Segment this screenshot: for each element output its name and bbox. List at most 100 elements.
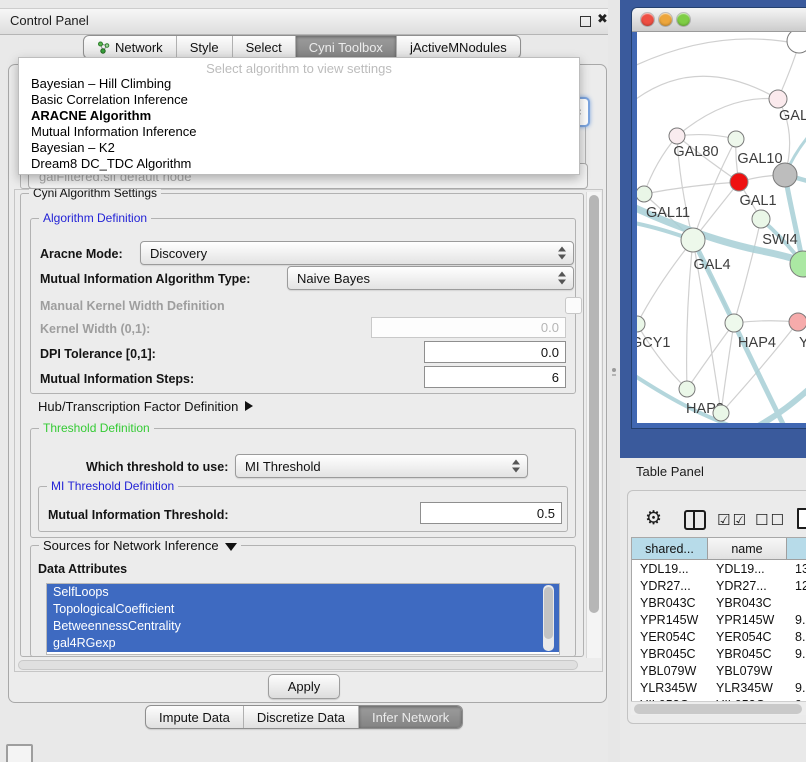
split-columns-icon[interactable] bbox=[684, 510, 706, 530]
settings-vertical-scrollbar[interactable] bbox=[586, 192, 601, 658]
network-node-gal4[interactable] bbox=[681, 228, 705, 252]
table-cell: YPR145W bbox=[708, 613, 787, 627]
data-attribute-item[interactable]: SelfLoops bbox=[47, 584, 559, 601]
network-window-titlebar[interactable] bbox=[632, 8, 806, 32]
algorithm-option[interactable]: ARACNE Algorithm bbox=[19, 108, 579, 124]
tab-infer-network[interactable]: Infer Network bbox=[359, 706, 462, 728]
table-row[interactable]: YLR345WYLR345W9. bbox=[632, 679, 806, 696]
algorithm-option[interactable]: Bayesian – K2 bbox=[19, 140, 579, 156]
screen: Control Panel ✖ NetworkStyleSelectCyni T… bbox=[0, 0, 806, 762]
network-node[interactable] bbox=[787, 32, 806, 53]
table-horizontal-scrollbar[interactable] bbox=[631, 701, 806, 715]
float-window-icon[interactable] bbox=[580, 16, 591, 27]
network-node-hap2[interactable] bbox=[679, 381, 695, 397]
zoom-traffic-light[interactable] bbox=[677, 13, 690, 26]
sources-toggle[interactable]: Sources for Network Inference bbox=[39, 538, 241, 553]
table-cell: YBL079W bbox=[708, 664, 787, 678]
kernel-width-label: Kernel Width (0,1): bbox=[40, 322, 150, 336]
network-node-gal80[interactable] bbox=[669, 128, 685, 144]
algorithm-dropdown-list: Select algorithm to view settings Bayesi… bbox=[18, 57, 580, 175]
tab-select[interactable]: Select bbox=[233, 36, 296, 58]
table-cell: YBR045C bbox=[632, 647, 708, 661]
algorithm-option[interactable]: Dream8 DC_TDC Algorithm bbox=[19, 156, 579, 172]
network-icon bbox=[97, 41, 110, 54]
table-row[interactable]: YBL079WYBL079W bbox=[632, 662, 806, 679]
table-cell: YDR27... bbox=[632, 579, 708, 593]
table-row[interactable]: YBR045CYBR045C9. bbox=[632, 645, 806, 662]
aracne-mode-combobox[interactable]: Discovery bbox=[140, 241, 574, 265]
mi-threshold-label: Mutual Information Threshold: bbox=[48, 508, 229, 522]
network-node-label: GAL4 bbox=[693, 257, 730, 273]
network-window: GAL7GAL80GAL10GAL1GAL11SWI4GAL4GCY1HAP4Y… bbox=[632, 8, 806, 428]
table-cell: YBL079W bbox=[632, 664, 708, 678]
mi-threshold-field[interactable]: 0.5 bbox=[420, 502, 562, 524]
splitter-handle[interactable] bbox=[612, 368, 616, 372]
minimized-panel-chip[interactable] bbox=[6, 744, 33, 762]
kernel-width-value: 0.0 bbox=[541, 320, 559, 335]
tab-label: Cyni Toolbox bbox=[309, 40, 383, 55]
table-panel-title: Table Panel bbox=[636, 464, 704, 479]
algorithm-option[interactable]: Bayesian – Hill Climbing bbox=[19, 76, 579, 92]
network-node-gal11[interactable] bbox=[637, 186, 652, 202]
group-title: MI Threshold Definition bbox=[47, 479, 178, 493]
tab-discretize-data[interactable]: Discretize Data bbox=[244, 706, 359, 728]
table-cell: YER054C bbox=[632, 630, 708, 644]
aracne-mode-label: Aracne Mode: bbox=[40, 247, 123, 261]
algorithm-option[interactable]: Mutual Information Inference bbox=[19, 124, 579, 140]
network-canvas[interactable]: GAL7GAL80GAL10GAL1GAL11SWI4GAL4GCY1HAP4Y… bbox=[632, 32, 806, 428]
table-row[interactable]: YER054CYER054C8. bbox=[632, 628, 806, 645]
deselect-all-checks-icon[interactable]: ☐☐ bbox=[755, 511, 786, 529]
tab-style[interactable]: Style bbox=[177, 36, 233, 58]
panel-splitter[interactable] bbox=[608, 0, 620, 762]
column-header[interactable]: shared... bbox=[632, 538, 708, 560]
mi-algorithm-type-combobox[interactable]: Naive Bayes bbox=[287, 266, 574, 290]
column-header[interactable]: name bbox=[708, 538, 787, 560]
network-node-label: GAL10 bbox=[737, 151, 782, 167]
which-threshold-combobox[interactable]: MI Threshold bbox=[235, 454, 528, 478]
network-node-gal7[interactable] bbox=[769, 90, 787, 108]
close-panel-icon[interactable]: ✖ bbox=[597, 12, 608, 27]
table-row[interactable]: YBR043CYBR043C bbox=[632, 594, 806, 611]
network-node-gcy1[interactable] bbox=[637, 316, 645, 332]
minimize-traffic-light[interactable] bbox=[659, 13, 672, 26]
network-node-y[interactable] bbox=[789, 313, 806, 331]
network-node-gal10[interactable] bbox=[728, 131, 744, 147]
stepper-icon bbox=[512, 460, 520, 473]
table-row[interactable]: YPR145WYPR145W9. bbox=[632, 611, 806, 628]
table-cell: 9. bbox=[787, 613, 806, 627]
column-header[interactable] bbox=[787, 538, 806, 560]
network-node-gal1[interactable] bbox=[730, 173, 748, 191]
table-header-row: shared...name bbox=[632, 538, 806, 560]
table-row[interactable]: YDR27...YDR27...12 bbox=[632, 577, 806, 594]
data-attribute-item[interactable]: BetweennessCentrality bbox=[47, 618, 559, 635]
apply-button[interactable]: Apply bbox=[268, 674, 340, 699]
data-attribute-item[interactable]: TopologicalCoefficient bbox=[47, 601, 559, 618]
manual-kernel-width-label: Manual Kernel Width Definition bbox=[40, 299, 225, 313]
network-node-hap4[interactable] bbox=[725, 314, 743, 332]
new-table-icon[interactable] bbox=[797, 508, 806, 529]
kernel-width-field[interactable]: 0.0 bbox=[371, 317, 566, 338]
data-attribute-item[interactable]: gal4RGexp bbox=[47, 635, 559, 652]
hub-definition-toggle[interactable]: Hub/Transcription Factor Definition bbox=[38, 399, 253, 414]
close-traffic-light[interactable] bbox=[641, 13, 654, 26]
network-node[interactable] bbox=[752, 210, 770, 228]
tab-network[interactable]: Network bbox=[84, 36, 177, 58]
manual-kernel-width-checkbox[interactable] bbox=[565, 297, 582, 314]
control-panel-tabs: NetworkStyleSelect Cyni Toolbox jActiveMNo… bbox=[83, 35, 521, 59]
table-row[interactable]: YDL19...YDL19...13 bbox=[632, 560, 806, 577]
settings-horizontal-scrollbar[interactable] bbox=[16, 659, 584, 671]
table-cell: YLR345W bbox=[708, 681, 787, 695]
tab-cyni-toolbox[interactable]: Cyni Toolbox bbox=[296, 36, 397, 58]
select-all-checks-icon[interactable]: ☑☑ bbox=[717, 511, 748, 529]
mi-steps-field[interactable]: 6 bbox=[424, 366, 566, 388]
data-attributes-label: Data Attributes bbox=[38, 562, 127, 576]
network-node[interactable] bbox=[713, 405, 729, 421]
algorithm-option[interactable]: Basic Correlation Inference bbox=[19, 92, 579, 108]
dpi-tolerance-field[interactable]: 0.0 bbox=[424, 341, 566, 363]
network-node[interactable] bbox=[773, 163, 797, 187]
gear-icon[interactable]: ⚙ bbox=[645, 507, 662, 529]
tab-jactivemnodules[interactable]: jActiveMNodules bbox=[397, 36, 520, 58]
tab-impute-data[interactable]: Impute Data bbox=[146, 706, 244, 728]
tab-label: Impute Data bbox=[159, 710, 230, 725]
attributes-scrollbar[interactable] bbox=[543, 585, 554, 651]
